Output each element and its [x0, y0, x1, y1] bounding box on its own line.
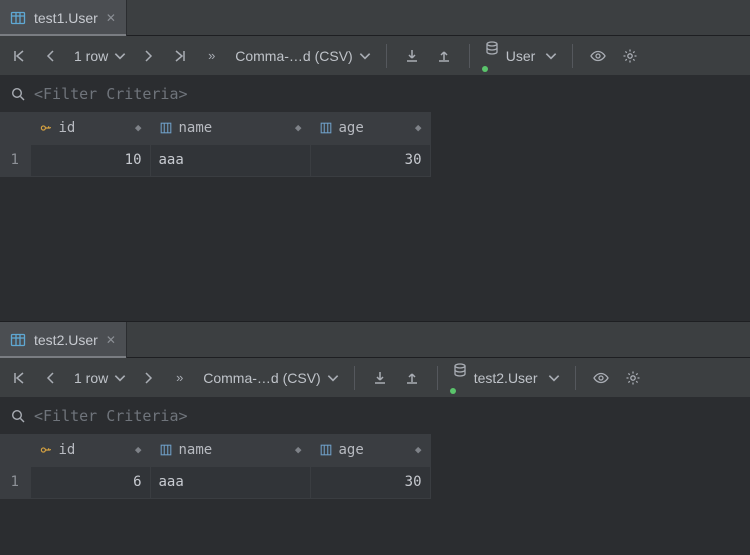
separator: [437, 366, 438, 390]
filter-placeholder: <Filter Criteria>: [34, 407, 188, 425]
column-icon: [319, 443, 333, 457]
tab-test2-user[interactable]: test2.User ✕: [0, 322, 127, 358]
data-table: id◆ name◆ age◆ 1 10 aaa 30: [0, 112, 750, 321]
column-icon: [159, 443, 173, 457]
cell-name[interactable]: aaa: [150, 466, 310, 498]
column-header-id[interactable]: id◆: [30, 112, 150, 144]
filter-row[interactable]: <Filter Criteria>: [0, 398, 750, 434]
prev-page-button[interactable]: [40, 365, 62, 391]
datasource-dropdown[interactable]: User: [484, 43, 559, 69]
cell-id[interactable]: 10: [30, 144, 150, 176]
next-page-button[interactable]: [137, 365, 159, 391]
cell-id[interactable]: 6: [30, 466, 150, 498]
column-header-age[interactable]: age◆: [310, 434, 430, 466]
gutter-header: [0, 434, 30, 466]
separator: [469, 44, 470, 68]
pane-test2: test2.User ✕ 1 row » Comma-…d (CSV) test…: [0, 322, 750, 555]
more-nav-button[interactable]: »: [169, 365, 191, 391]
format-dropdown[interactable]: Comma-…d (CSV): [233, 43, 371, 69]
settings-button[interactable]: [622, 365, 644, 391]
key-icon: [39, 443, 53, 457]
row-number: 1: [0, 466, 30, 498]
more-nav-button[interactable]: »: [201, 43, 223, 69]
separator: [572, 44, 573, 68]
row-number: 1: [0, 144, 30, 176]
search-icon: [10, 408, 26, 424]
gutter-header: [0, 112, 30, 144]
view-button[interactable]: [587, 43, 609, 69]
chevron-down-icon: [113, 49, 127, 63]
tabs-bar: test2.User ✕: [0, 322, 750, 358]
row-count-dropdown[interactable]: 1 row: [72, 43, 127, 69]
database-icon: [452, 362, 468, 378]
first-page-button[interactable]: [8, 365, 30, 391]
export-button[interactable]: [369, 365, 391, 391]
prev-page-button[interactable]: [40, 43, 62, 69]
pane-test1: test1.User ✕ 1 row » Comma-…d (CSV) User…: [0, 0, 750, 322]
tab-test1-user[interactable]: test1.User ✕: [0, 0, 127, 36]
status-dot-icon: [450, 388, 456, 394]
column-icon: [159, 121, 173, 135]
tab-label: test2.User: [34, 332, 98, 348]
separator: [354, 366, 355, 390]
table-icon: [10, 10, 26, 26]
tab-label: test1.User: [34, 10, 98, 26]
filter-row[interactable]: <Filter Criteria>: [0, 76, 750, 112]
filter-placeholder: <Filter Criteria>: [34, 85, 188, 103]
import-button[interactable]: [433, 43, 455, 69]
header-row: id◆ name◆ age◆: [0, 112, 430, 144]
data-table: id◆ name◆ age◆ 1 6 aaa 30: [0, 434, 750, 555]
import-button[interactable]: [401, 365, 423, 391]
search-icon: [10, 86, 26, 102]
table-row[interactable]: 1 6 aaa 30: [0, 466, 430, 498]
tabs-bar: test1.User ✕: [0, 0, 750, 36]
key-icon: [39, 121, 53, 135]
cell-name[interactable]: aaa: [150, 144, 310, 176]
toolbar: 1 row » Comma-…d (CSV) User: [0, 36, 750, 76]
chevron-down-icon: [326, 371, 340, 385]
close-icon[interactable]: ✕: [106, 11, 116, 25]
status-dot-icon: [482, 66, 488, 72]
cell-age[interactable]: 30: [310, 144, 430, 176]
column-header-name[interactable]: name◆: [150, 112, 310, 144]
column-header-name[interactable]: name◆: [150, 434, 310, 466]
chevron-down-icon: [544, 49, 558, 63]
column-header-age[interactable]: age◆: [310, 112, 430, 144]
row-count-dropdown[interactable]: 1 row: [72, 365, 127, 391]
last-page-button[interactable]: [169, 43, 191, 69]
database-icon: [484, 40, 500, 56]
toolbar: 1 row » Comma-…d (CSV) test2.User: [0, 358, 750, 398]
format-dropdown[interactable]: Comma-…d (CSV): [201, 365, 339, 391]
column-icon: [319, 121, 333, 135]
chevron-down-icon: [358, 49, 372, 63]
table-row[interactable]: 1 10 aaa 30: [0, 144, 430, 176]
header-row: id◆ name◆ age◆: [0, 434, 430, 466]
next-page-button[interactable]: [137, 43, 159, 69]
cell-age[interactable]: 30: [310, 466, 430, 498]
close-icon[interactable]: ✕: [106, 333, 116, 347]
table-icon: [10, 332, 26, 348]
export-button[interactable]: [401, 43, 423, 69]
view-button[interactable]: [590, 365, 612, 391]
column-header-id[interactable]: id◆: [30, 434, 150, 466]
settings-button[interactable]: [619, 43, 641, 69]
chevron-down-icon: [547, 371, 561, 385]
first-page-button[interactable]: [8, 43, 30, 69]
chevron-down-icon: [113, 371, 127, 385]
separator: [386, 44, 387, 68]
datasource-dropdown[interactable]: test2.User: [452, 365, 561, 391]
separator: [575, 366, 576, 390]
